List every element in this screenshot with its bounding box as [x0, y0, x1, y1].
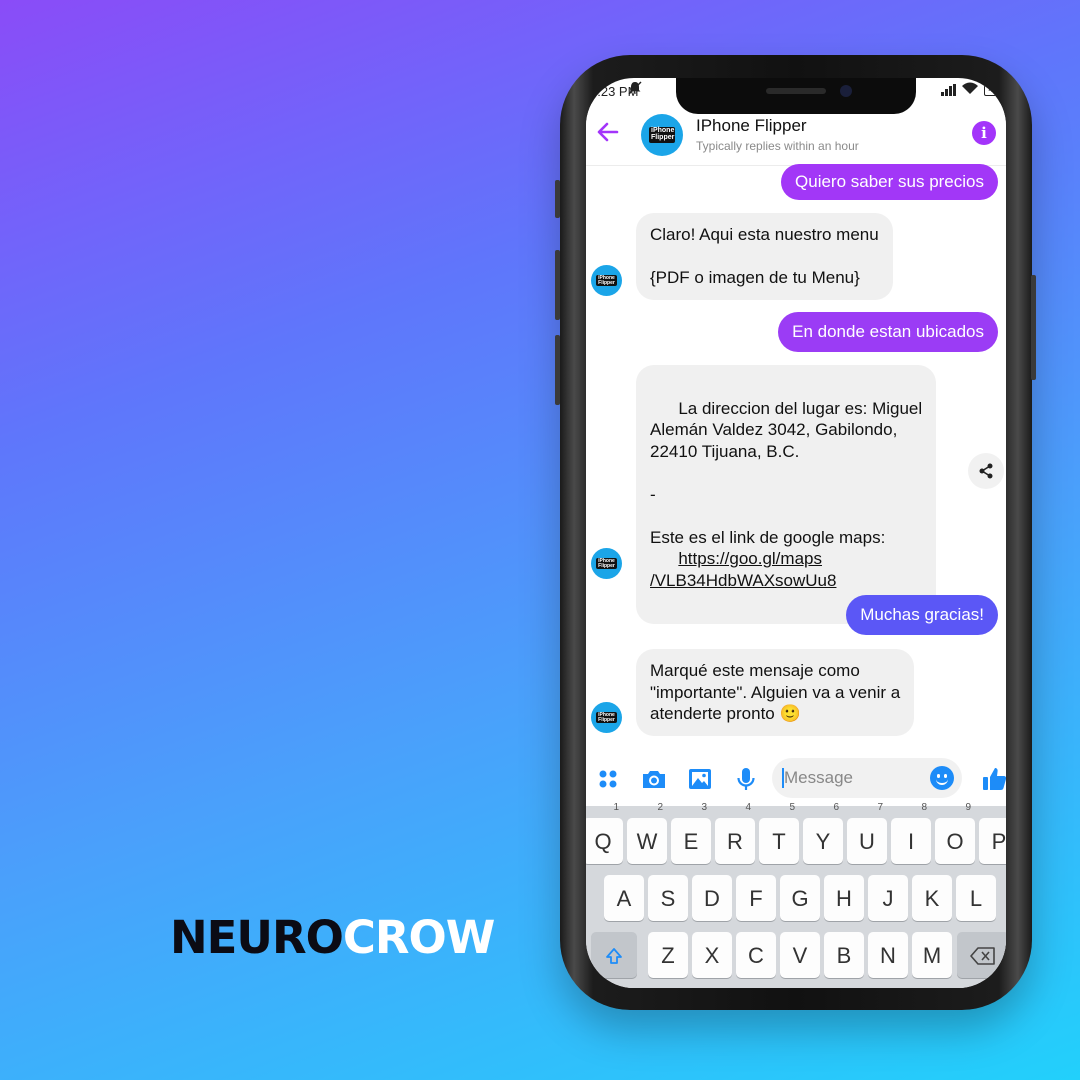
phone-volume-down — [555, 335, 560, 405]
camera-icon[interactable] — [640, 765, 668, 793]
front-camera — [840, 85, 852, 97]
page-response-time: Typically replies within an hour — [696, 139, 859, 153]
info-icon[interactable]: i — [972, 121, 996, 145]
conversation: Quiero saber sus precios Claro! Aqui est… — [586, 164, 1006, 736]
key-x[interactable]: X — [692, 932, 732, 978]
phone-volume-up — [555, 250, 560, 320]
backspace-icon — [970, 947, 995, 965]
page-avatar[interactable]: iPhone Flipper — [641, 114, 683, 156]
phone-screen: 4:23 PM 48 iPhone Flipper IPhone Flipper… — [586, 78, 1006, 988]
key-f[interactable]: F — [736, 875, 776, 921]
wifi-icon — [961, 82, 979, 98]
avatar-logo: iPhone Flipper — [596, 274, 617, 287]
avatar-logo: iPhone Flipper — [649, 127, 675, 143]
key-q[interactable]: Q1 — [586, 802, 623, 864]
key-v[interactable]: V — [780, 932, 820, 978]
key-i[interactable]: I8 — [891, 802, 931, 864]
key-e[interactable]: E3 — [671, 802, 711, 864]
phone-side-button — [555, 180, 560, 218]
key-o[interactable]: O9 — [935, 802, 975, 864]
phone-power-button — [1031, 275, 1036, 380]
keyboard: Q1 W2 E3 R4 T5 Y6 U7 I8 O9 P0 A S D F G … — [586, 802, 1006, 988]
emoji-icon[interactable] — [930, 766, 954, 790]
message-outgoing[interactable]: En donde estan ubicados — [778, 312, 998, 352]
avatar-logo: iPhone Flipper — [596, 557, 617, 570]
key-j[interactable]: J — [868, 875, 908, 921]
brand-part-neuro: NEURO — [170, 911, 344, 964]
page-name[interactable]: IPhone Flipper — [696, 116, 807, 136]
key-p[interactable]: P0 — [979, 818, 1006, 864]
message-avatar: iPhone Flipper — [591, 548, 622, 579]
message-text: La direccion del lugar es: Miguel Alemán… — [650, 398, 923, 547]
key-l[interactable]: L — [956, 875, 996, 921]
shift-arrow-icon — [606, 948, 622, 964]
key-z[interactable]: Z — [648, 932, 688, 978]
like-icon[interactable] — [980, 765, 1006, 793]
brand-part-crow: CROW — [342, 911, 496, 964]
signal-icon — [941, 84, 956, 96]
bell-muted-icon — [628, 81, 642, 98]
key-s[interactable]: S — [648, 875, 688, 921]
message-input[interactable]: Message — [772, 758, 962, 798]
key-r[interactable]: R4 — [715, 802, 755, 864]
message-composer: Message — [586, 752, 1006, 806]
apps-icon[interactable] — [594, 765, 622, 793]
message-avatar: iPhone Flipper — [591, 702, 622, 733]
key-m[interactable]: M — [912, 932, 952, 978]
message-avatar: iPhone Flipper — [591, 265, 622, 296]
brand-wordmark: NEUROCROW — [170, 915, 495, 960]
share-icon[interactable] — [968, 453, 1004, 489]
battery-icon: 48 — [984, 84, 1002, 96]
message-placeholder: Message — [784, 768, 853, 787]
key-n[interactable]: N — [868, 932, 908, 978]
message-incoming[interactable]: Claro! Aqui esta nuestro menu {PDF o ima… — [636, 213, 893, 300]
message-incoming[interactable]: La direccion del lugar es: Miguel Alemán… — [636, 365, 937, 624]
avatar-logo: iPhone Flipper — [596, 711, 617, 724]
key-t[interactable]: T5 — [759, 802, 799, 864]
notch — [676, 78, 916, 114]
mic-icon[interactable] — [732, 765, 760, 793]
earpiece-speaker — [766, 88, 826, 94]
key-d[interactable]: D — [692, 875, 732, 921]
key-b[interactable]: B — [824, 932, 864, 978]
maps-link[interactable]: https://goo.gl/maps /VLB34HdbWAXsowUu8 — [650, 549, 836, 590]
key-h[interactable]: H — [824, 875, 864, 921]
message-outgoing[interactable]: Quiero saber sus precios — [781, 164, 998, 200]
backspace-key[interactable] — [957, 932, 1006, 978]
back-arrow-icon[interactable] — [594, 118, 622, 146]
gallery-icon[interactable] — [686, 765, 714, 793]
key-w[interactable]: W2 — [627, 802, 667, 864]
key-g[interactable]: G — [780, 875, 820, 921]
status-icons: 48 — [941, 82, 1002, 98]
shift-key[interactable] — [591, 932, 637, 978]
key-u[interactable]: U7 — [847, 802, 887, 864]
message-incoming[interactable]: Marqué este mensaje como "importante". A… — [636, 649, 915, 736]
key-y[interactable]: Y6 — [803, 802, 843, 864]
key-a[interactable]: A — [604, 875, 644, 921]
message-outgoing[interactable]: Muchas gracias! — [846, 595, 998, 635]
key-k[interactable]: K — [912, 875, 952, 921]
key-c[interactable]: C — [736, 932, 776, 978]
